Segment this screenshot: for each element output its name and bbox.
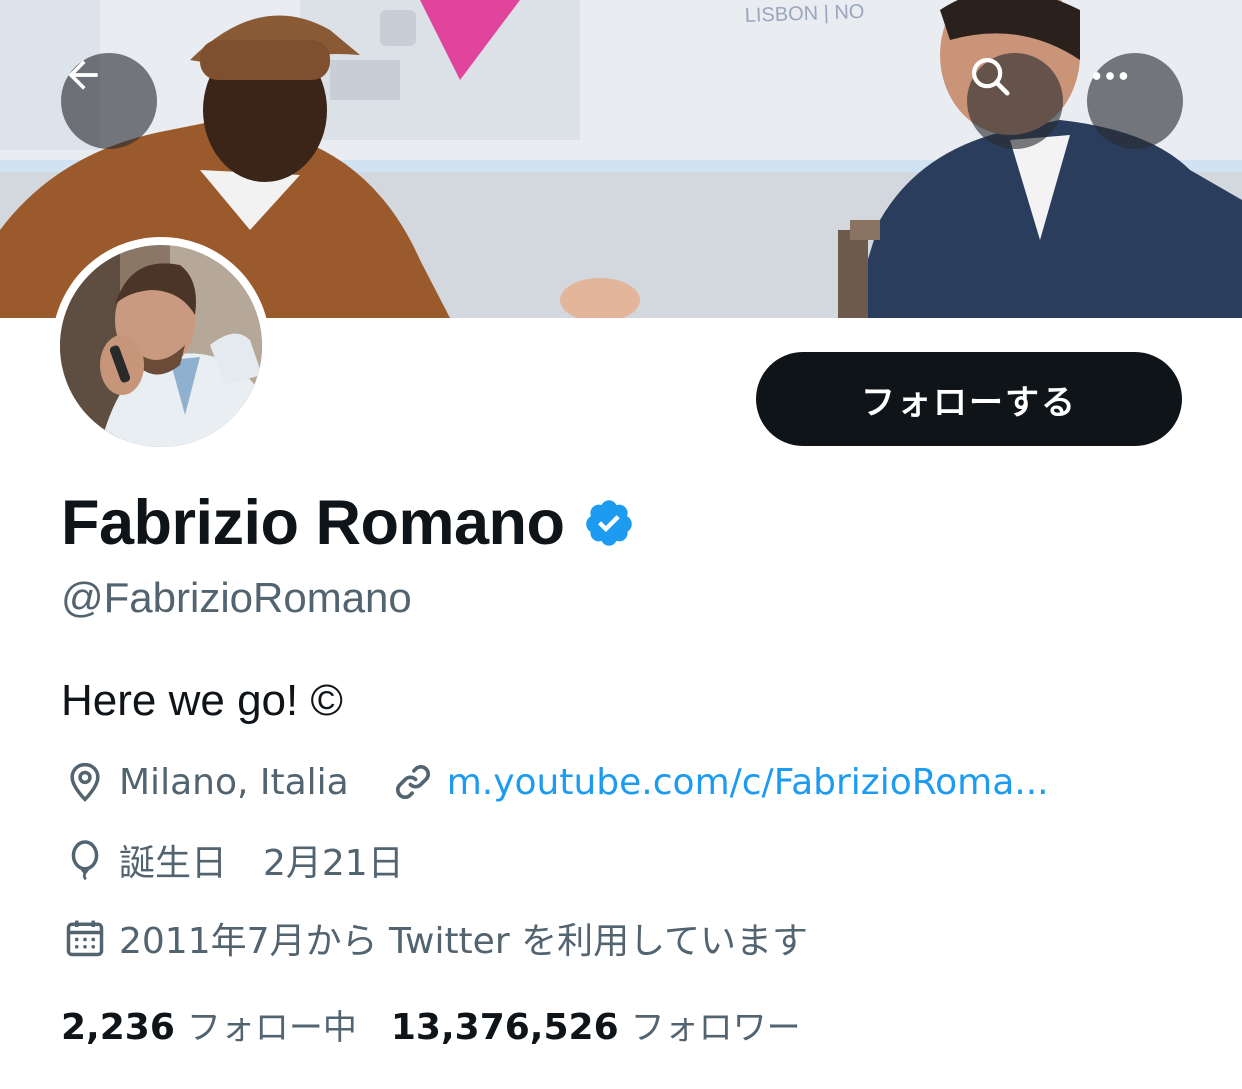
follow-counts: 2,236 フォロー中 13,376,526 フォロワー bbox=[61, 996, 801, 1052]
birthday-text: 誕生日 2月21日 bbox=[119, 843, 404, 884]
balloon-icon bbox=[61, 836, 109, 884]
banner-screen-text: LISBON | NO bbox=[744, 1, 864, 27]
location-pin-icon bbox=[61, 758, 109, 806]
follow-button[interactable]: フォローする bbox=[756, 352, 1182, 446]
link-icon bbox=[389, 758, 437, 806]
followers-count: 13,376,526 bbox=[390, 1006, 619, 1048]
joined-text: 2011年7月から Twitter を利用しています bbox=[119, 921, 808, 962]
calendar-icon bbox=[61, 914, 109, 962]
profile-url-text[interactable]: m.youtube.com/c/FabrizioRoma... bbox=[447, 762, 1049, 803]
location-text: Milano, Italia bbox=[119, 761, 349, 803]
profile-link[interactable]: m.youtube.com/c/FabrizioRoma... bbox=[389, 758, 1049, 806]
avatar[interactable] bbox=[52, 237, 270, 455]
verified-badge[interactable] bbox=[583, 497, 635, 549]
verified-badge-icon bbox=[585, 500, 632, 546]
followers-label: フォロワー bbox=[630, 1007, 801, 1048]
username-handle: @FabrizioRomano bbox=[61, 574, 412, 621]
bio-text: Here we go! © bbox=[61, 676, 343, 725]
followers-link[interactable]: 13,376,526 フォロワー bbox=[391, 1000, 801, 1049]
search-button[interactable] bbox=[967, 53, 1063, 149]
profile-meta-birthday: 誕生日 2月21日 bbox=[61, 832, 404, 888]
following-count: 2,236 bbox=[61, 1006, 175, 1048]
following-link[interactable]: 2,236 フォロー中 bbox=[61, 1000, 357, 1049]
back-button[interactable] bbox=[61, 53, 157, 149]
arrow-left-icon bbox=[68, 60, 98, 90]
profile-meta-joined: 2011年7月から Twitter を利用しています bbox=[61, 910, 808, 966]
profile-page: LISBON | NO フォローする Fabrizio Romano @Fabr… bbox=[0, 0, 1242, 1089]
following-label: フォロー中 bbox=[186, 1007, 357, 1048]
follow-button-label: フォローする bbox=[861, 382, 1077, 423]
avatar-photo bbox=[60, 245, 262, 447]
search-icon bbox=[971, 57, 1010, 96]
profile-name-row: Fabrizio Romano bbox=[61, 486, 635, 560]
display-name: Fabrizio Romano bbox=[61, 488, 565, 558]
more-options-button[interactable] bbox=[1087, 53, 1183, 149]
profile-meta-location-url: Milano, Italia m.youtube.com/c/FabrizioR… bbox=[61, 754, 1049, 810]
more-horizontal-icon bbox=[1092, 72, 1128, 80]
